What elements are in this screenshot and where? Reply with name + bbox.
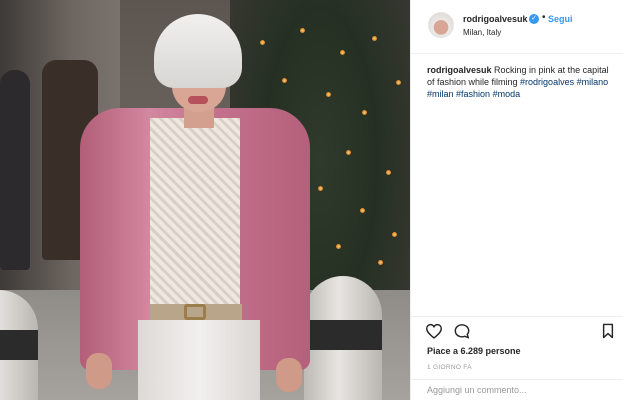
comment-icon[interactable] — [453, 323, 471, 339]
verified-badge-icon: ✓ — [529, 14, 539, 24]
post-actions — [411, 316, 623, 342]
follow-button[interactable]: Segui — [548, 14, 573, 24]
hashtag-link[interactable]: #rodrigoalves — [520, 77, 574, 87]
likes-count[interactable]: Piace a 6.289 persone — [427, 346, 521, 356]
hashtag-link[interactable]: #fashion — [456, 89, 490, 99]
separator-dot: • — [542, 12, 546, 23]
hashtag-link[interactable]: #milano — [577, 77, 609, 87]
hashtag-link[interactable]: #milan — [427, 89, 454, 99]
lace-shirt — [150, 118, 240, 314]
author-username[interactable]: rodrigoalvesuk — [463, 14, 528, 24]
subject-person — [80, 8, 310, 400]
post-caption: rodrigoalvesuk Rocking in pink at the ca… — [427, 64, 617, 100]
white-trousers — [138, 320, 260, 400]
post-sidebar: rodrigoalvesuk ✓ • Segui Milan, Italy ro… — [410, 0, 623, 400]
post-photo[interactable] — [0, 0, 410, 400]
platinum-hair — [154, 14, 242, 88]
post-header: rodrigoalvesuk ✓ • Segui Milan, Italy — [411, 0, 623, 54]
hashtag-link[interactable]: #moda — [493, 89, 521, 99]
right-hand — [276, 358, 302, 392]
heart-icon[interactable] — [425, 323, 443, 339]
bookmark-icon[interactable] — [601, 323, 615, 339]
bollard — [304, 276, 382, 400]
background-passerby — [0, 70, 30, 270]
comment-box — [411, 379, 623, 400]
comment-input[interactable] — [427, 385, 607, 395]
lips — [188, 96, 208, 104]
avatar[interactable] — [428, 12, 454, 38]
belt-buckle — [184, 304, 206, 320]
left-hand — [86, 353, 112, 389]
location-link[interactable]: Milan, Italy — [463, 28, 501, 37]
caption-username[interactable]: rodrigoalvesuk — [427, 65, 492, 75]
post-timestamp[interactable]: 1 GIORNO FA — [427, 364, 472, 371]
